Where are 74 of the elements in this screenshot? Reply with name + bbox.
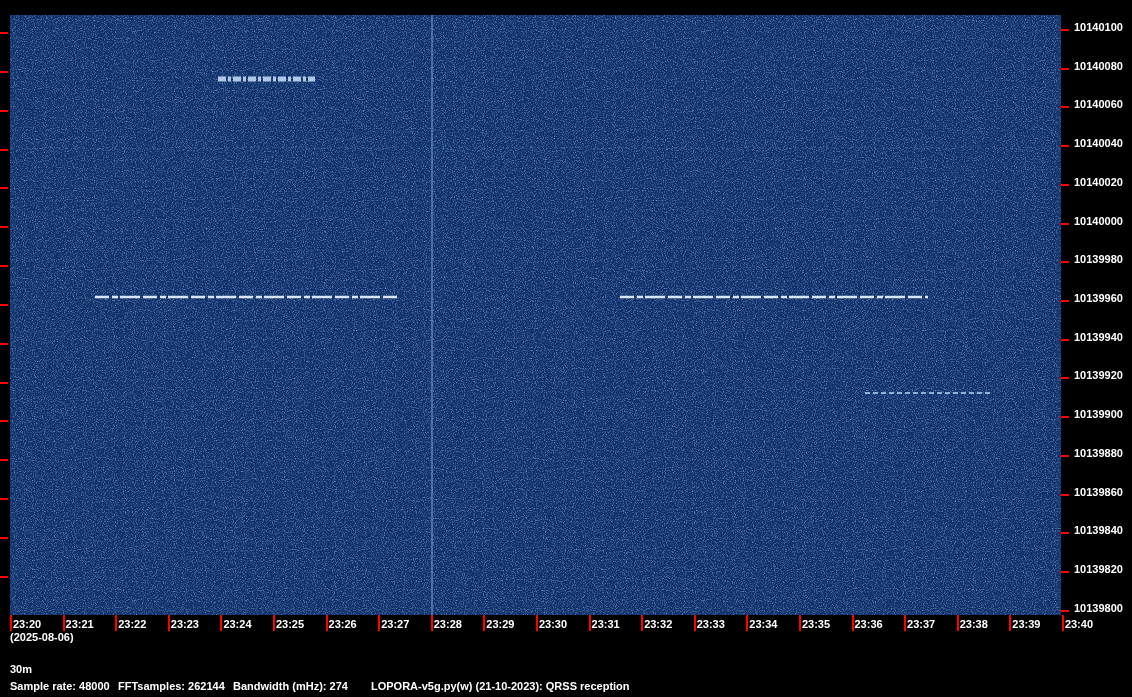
tick-mark <box>1061 338 1069 341</box>
frequency-label: 10140040 <box>1074 137 1123 150</box>
tick-mark <box>1061 532 1069 535</box>
frequency-label: 10139880 <box>1074 446 1123 459</box>
frequency-label: 10140060 <box>1074 98 1123 111</box>
tick-mark <box>0 226 8 229</box>
time-label: 23:30 <box>535 615 589 631</box>
band-label: 30m <box>9 663 34 676</box>
tick-mark <box>1061 571 1069 574</box>
frequency-label: 10140080 <box>1074 59 1123 72</box>
time-label: 23:26 <box>325 615 379 631</box>
tick-mark <box>0 70 8 73</box>
time-label: 23:34 <box>746 615 799 631</box>
info-text: Sample rate: 48000 <box>10 680 111 692</box>
tick-mark <box>1061 377 1069 380</box>
time-label: 23:23 <box>167 615 221 631</box>
date-label: (2025-08-06) <box>9 631 75 644</box>
tick-mark <box>1061 29 1069 31</box>
time-label: 23:33 <box>693 615 747 631</box>
tick-mark <box>1061 67 1069 70</box>
tick-mark <box>1061 183 1069 186</box>
frequency-label: 10140000 <box>1074 214 1123 227</box>
tick-mark <box>1061 145 1069 148</box>
frequency-label: 10139980 <box>1074 253 1123 266</box>
tick-mark <box>0 459 8 462</box>
tick-mark <box>1061 300 1069 303</box>
frequency-label: 10139800 <box>1074 601 1123 614</box>
time-label: 23:40 <box>1061 615 1115 631</box>
tick-mark <box>0 498 8 501</box>
time-label: 23:27 <box>378 615 431 631</box>
time-label: 23:38 <box>956 615 1010 631</box>
time-label: 23:29 <box>483 615 536 631</box>
tick-mark <box>0 342 8 345</box>
tick-mark <box>0 303 8 306</box>
time-label: 23:37 <box>904 615 957 631</box>
time-label: 23:28 <box>430 615 484 631</box>
tick-mark <box>0 187 8 190</box>
frequency-label: 10140100 <box>1074 21 1123 33</box>
info-text: FFTsamples: 262144 <box>118 680 226 692</box>
tick-mark <box>0 109 8 112</box>
tick-mark <box>0 536 8 539</box>
tick-mark <box>1061 106 1069 109</box>
tick-mark <box>1061 609 1069 612</box>
frequency-label: 10139840 <box>1074 524 1123 537</box>
tick-mark <box>1061 261 1069 264</box>
info-text: LOPORA-v5g.py(w) (21-10-2023): QRSS reception <box>371 680 631 692</box>
tick-mark <box>1061 493 1069 496</box>
frequency-label: 10139820 <box>1074 563 1123 576</box>
time-label: 23:22 <box>115 615 168 631</box>
time-label: 23:36 <box>851 615 905 631</box>
frequency-label: 10139900 <box>1074 408 1123 421</box>
frequency-label: 10139860 <box>1074 485 1123 498</box>
frequency-label: 10139920 <box>1074 369 1123 382</box>
tick-mark <box>0 420 8 423</box>
frequency-label: 10139960 <box>1074 292 1123 305</box>
tick-mark <box>1061 222 1069 225</box>
frequency-label: 10139940 <box>1074 330 1123 343</box>
time-label: 23:35 <box>798 615 852 631</box>
tick-mark <box>0 32 8 34</box>
tick-mark <box>1061 416 1069 419</box>
time-label: 23:39 <box>1009 615 1062 631</box>
tick-mark <box>0 265 8 268</box>
tick-mark <box>0 148 8 151</box>
time-label: 23:21 <box>62 615 116 631</box>
info-text: Bandwidth (mHz): 274 <box>233 680 349 692</box>
frequency-label: 10140020 <box>1074 175 1123 188</box>
time-label: 23:24 <box>220 615 273 631</box>
time-label: 23:20 <box>10 615 63 631</box>
tick-mark <box>0 381 8 384</box>
time-label: 23:31 <box>588 615 642 631</box>
time-label: 23:25 <box>272 615 326 631</box>
time-label: 23:32 <box>641 615 694 631</box>
tick-mark <box>1061 454 1069 457</box>
tick-mark <box>0 575 8 578</box>
